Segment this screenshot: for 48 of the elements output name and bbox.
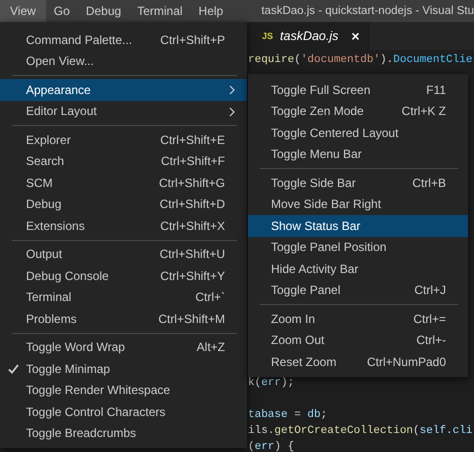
close-icon[interactable]: × <box>351 28 360 44</box>
menu-item[interactable]: Open View... <box>0 50 247 72</box>
menu-item[interactable]: Problems Ctrl+Shift+M <box>0 308 247 330</box>
menu-bar-item[interactable]: View <box>0 0 46 22</box>
chevron-right-icon <box>229 106 235 116</box>
menu-item[interactable]: Toggle Full Screen F11 <box>248 79 468 100</box>
code-line: ils.getOrCreateCollection(self.cli <box>248 425 472 437</box>
menu-item[interactable]: Toggle Panel Position <box>248 236 468 258</box>
menu-bar-item[interactable]: Debug <box>78 0 130 22</box>
menu-item[interactable]: Terminal Ctrl+` <box>0 286 247 308</box>
menu-bar-item[interactable]: Help <box>190 0 232 22</box>
menu-item[interactable]: Show Status Bar <box>248 215 468 236</box>
menu-item[interactable]: Zoom Out Ctrl+- <box>248 330 468 351</box>
check-icon <box>8 364 18 374</box>
menu-item[interactable]: Debug Console Ctrl+Shift+Y <box>0 265 247 286</box>
menu-item[interactable]: Toggle Render Whitespace <box>0 380 247 401</box>
menu-item[interactable]: Explorer Ctrl+Shift+E <box>0 129 247 150</box>
menu-item[interactable]: Toggle Zen Mode Ctrl+K Z <box>248 100 468 122</box>
code-line: tabase = db; <box>248 409 328 421</box>
code-line: k(err); <box>248 377 294 389</box>
chevron-right-icon <box>229 85 235 95</box>
code-line: (err) { <box>248 441 294 452</box>
menu-item[interactable]: Toggle Breadcrumbs <box>0 422 247 444</box>
menu-item[interactable]: Extensions Ctrl+Shift+X <box>0 215 247 236</box>
menu-item[interactable]: Toggle Control Characters <box>0 401 247 422</box>
menu-item[interactable]: Toggle Minimap <box>0 358 247 380</box>
menu-item[interactable]: Toggle Centered Layout <box>248 122 468 144</box>
menu-item[interactable]: Move Side Bar Right <box>248 194 468 215</box>
menu-item[interactable]: Toggle Side Bar Ctrl+B <box>248 172 468 194</box>
menu-item[interactable]: Toggle Word Wrap Alt+Z <box>0 336 247 358</box>
menu-bar-item[interactable]: Go <box>46 0 78 22</box>
menu-item[interactable]: Hide Activity Bar <box>248 258 468 280</box>
menu-item[interactable]: Search Ctrl+Shift+F <box>0 150 247 172</box>
menu-item[interactable]: Reset Zoom Ctrl+NumPad0 <box>248 351 468 372</box>
menu-item[interactable]: Output Ctrl+Shift+U <box>0 244 247 265</box>
menu-item[interactable]: Appearance <box>0 79 247 100</box>
code-line: require('documentdb').DocumentClie <box>248 54 472 66</box>
window-title: taskDao.js - quickstart-nodejs - Visual Stu <box>261 5 474 17</box>
file-type-icon: JS <box>262 31 274 41</box>
editor-tab[interactable]: JS taskDao.js × <box>248 22 370 50</box>
menu-item[interactable]: Editor Layout <box>0 100 247 122</box>
menu-item[interactable]: Toggle Menu Bar <box>248 144 468 165</box>
menu-bar-item[interactable]: Terminal <box>129 0 191 22</box>
menu-item[interactable]: Debug Ctrl+Shift+D <box>0 194 247 215</box>
menu-item[interactable]: Zoom In Ctrl+= <box>248 308 468 330</box>
menu-item[interactable]: Toggle Panel Ctrl+J <box>248 280 468 301</box>
menu-item[interactable]: SCM Ctrl+Shift+G <box>0 172 247 194</box>
menu-item[interactable]: Command Palette... Ctrl+Shift+P <box>0 29 247 50</box>
